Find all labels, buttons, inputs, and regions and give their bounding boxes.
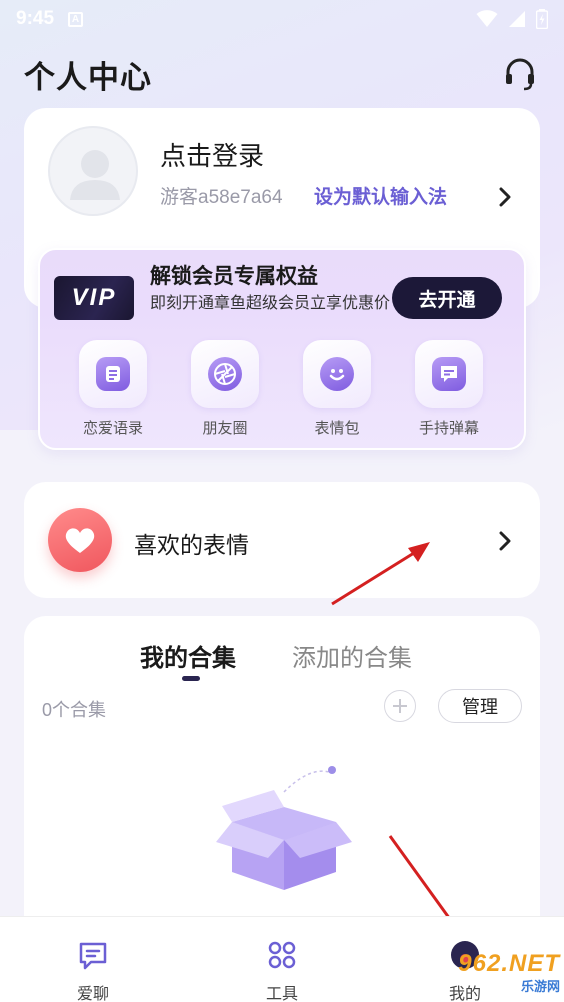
empty-box-icon [216,766,352,890]
set-default-input-link[interactable]: 设为默认输入法 [314,182,447,209]
nav-item-tools[interactable]: 工具 [237,939,327,1002]
collection-count: 0个合集 [42,700,107,720]
perk-label: 朋友圈 [202,420,248,437]
perk-love-quotes[interactable]: 恋爱语录 [68,340,158,438]
watermark-subtitle: 乐游网 [520,978,560,994]
tab-added-collections[interactable]: 添加的合集 [292,638,412,673]
battery-icon [536,9,548,29]
status-icons [476,9,548,29]
plus-icon [393,699,407,713]
aperture-icon [208,357,242,391]
signal-icon [509,11,525,27]
login-link[interactable]: 点击登录 [160,136,264,173]
manage-button[interactable]: 管理 [438,689,522,723]
page-title: 个人中心 [24,59,152,95]
perk-moments[interactable]: 朋友圈 [180,340,270,438]
nav-label: 爱聊 [76,986,109,1002]
vip-badge: VIP [54,276,134,320]
tab-active-indicator [182,676,200,681]
add-collection-button[interactable] [384,690,416,722]
smile-icon [320,357,354,391]
nav-item-chat[interactable]: 爱聊 [48,939,138,1002]
grid-icon [268,941,296,969]
tab-my-collections[interactable]: 我的合集 [140,638,236,673]
vip-card[interactable]: VIP 解锁会员专属权益 即刻开通章鱼超级会员立享优惠价 去开通 恋爱语录 朋友… [38,248,526,450]
chat-icon [79,942,107,970]
guest-id: 游客a58e7a64 [160,187,283,208]
perk-handheld-danmaku[interactable]: 手持弹幕 [404,340,494,438]
perk-icon-container [191,340,259,408]
vip-subtitle: 即刻开通章鱼超级会员立享优惠价 [150,295,391,312]
perk-icon-container [79,340,147,408]
chat-bubble-icon [432,357,466,391]
chevron-right-icon[interactable] [498,530,512,552]
perk-label: 手持弹幕 [418,420,479,437]
favorite-stickers-card[interactable]: 喜欢的表情 [24,482,540,598]
annotation-arrow [331,542,430,606]
perk-icon-container [303,340,371,408]
vip-open-button[interactable]: 去开通 [392,277,502,319]
chevron-right-icon[interactable] [498,186,512,208]
header: 个人中心 [24,52,540,96]
favorite-stickers-label: 喜欢的表情 [134,532,249,558]
notification-icon: A [68,11,84,27]
user-placeholder-icon [70,150,120,200]
note-icon [96,357,130,391]
wifi-icon [476,10,498,27]
support-button[interactable] [500,54,540,94]
perk-stickers[interactable]: 表情包 [292,340,382,438]
watermark: 962.NET 乐游网 [424,950,560,996]
vip-title: 解锁会员专属权益 [150,265,318,288]
heart-icon [48,508,112,572]
headset-icon [506,58,534,91]
avatar[interactable] [48,126,138,216]
watermark-logo: 962.NET [458,949,560,977]
status-time: 9:45 [16,8,55,29]
status-bar: 9:45 A [0,0,564,38]
perk-label: 恋爱语录 [82,420,143,437]
perk-label: 表情包 [314,420,360,437]
perk-icon-container [415,340,483,408]
nav-label: 工具 [265,986,298,1002]
